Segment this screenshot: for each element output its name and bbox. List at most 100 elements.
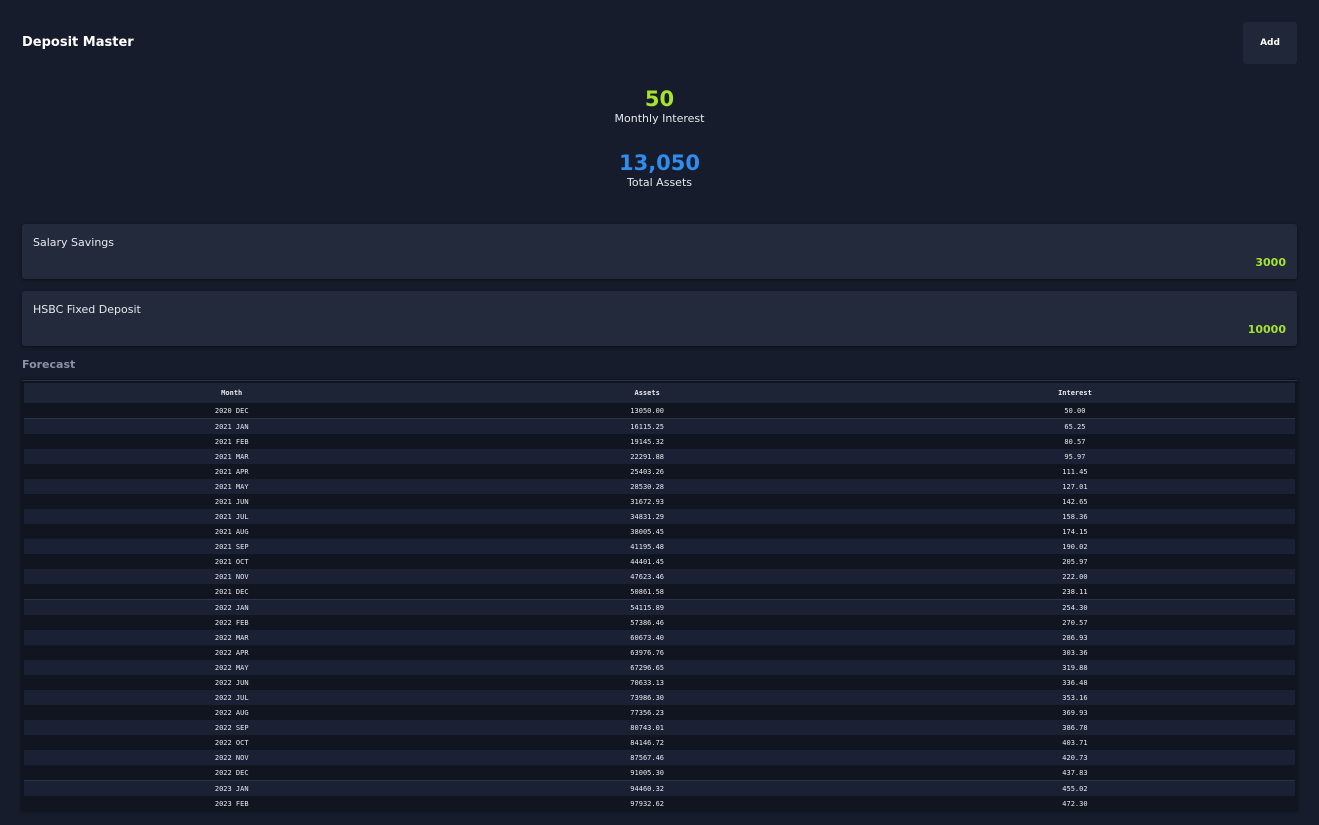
table-row: 2022 OCT 84146.72 403.71 [24,735,1295,750]
cell-interest: 238.11 [854,584,1295,600]
cell-assets: 77356.23 [439,705,855,720]
cell-assets: 19145.32 [439,434,855,449]
cell-assets: 34831.29 [439,509,855,524]
cell-interest: 190.02 [854,539,1295,554]
cell-interest: 142.65 [854,494,1295,509]
cell-interest: 222.00 [854,569,1295,584]
cell-month: 2021 SEP [24,539,440,554]
table-row: 2021 AUG 38005.45 174.15 [24,524,1295,539]
cell-assets: 54115.89 [439,599,855,615]
cell-interest: 286.93 [854,630,1295,645]
table-row: 2023 FEB 97932.62 472.30 [24,796,1295,811]
forecast-heading: Forecast [22,358,76,371]
cell-interest: 111.45 [854,464,1295,479]
cell-assets: 80743.01 [439,720,855,735]
table-row: 2022 SEP 80743.01 386.78 [24,720,1295,735]
cell-month: 2022 FEB [24,615,440,630]
cell-interest: 270.57 [854,615,1295,630]
cell-assets: 73986.30 [439,690,855,705]
header: Deposit Master Add [22,0,1297,86]
cell-interest: 353.16 [854,690,1295,705]
cell-assets: 67296.65 [439,660,855,675]
cell-assets: 41195.48 [439,539,855,554]
cell-month: 2021 MAR [24,449,440,464]
table-row: 2021 FEB 19145.32 80.57 [24,434,1295,449]
cell-interest: 472.30 [854,796,1295,811]
cell-assets: 50861.58 [439,584,855,600]
cell-interest: 403.71 [854,735,1295,750]
table-row: 2021 MAY 28530.28 127.01 [24,479,1295,494]
cell-assets: 28530.28 [439,479,855,494]
cell-interest: 65.25 [854,418,1295,434]
column-header-interest: Interest [854,383,1295,403]
cell-month: 2021 OCT [24,554,440,569]
table-row: 2023 JAN 94460.32 455.02 [24,780,1295,796]
cell-interest: 50.00 [854,403,1295,419]
cell-interest: 174.15 [854,524,1295,539]
cell-month: 2021 FEB [24,434,440,449]
table-row: 2022 DEC 91005.30 437.83 [24,765,1295,781]
table-row: 2022 MAY 67296.65 319.88 [24,660,1295,675]
cell-assets: 25403.26 [439,464,855,479]
table-row: 2021 JAN 16115.25 65.25 [24,418,1295,434]
table-row: 2020 DEC 13050.00 50.00 [24,403,1295,419]
account-name: HSBC Fixed Deposit [33,303,141,316]
cell-interest: 80.57 [854,434,1295,449]
cell-month: 2022 JUN [24,675,440,690]
column-header-assets: Assets [439,383,855,403]
cell-assets: 16115.25 [439,418,855,434]
table-row: 2021 OCT 44401.45 205.97 [24,554,1295,569]
cell-assets: 63976.76 [439,645,855,660]
cell-month: 2022 MAR [24,630,440,645]
cell-interest: 369.93 [854,705,1295,720]
table-row: 2022 JAN 54115.89 254.30 [24,599,1295,615]
cell-month: 2022 JUL [24,690,440,705]
table-row: 2022 MAR 60673.40 286.93 [24,630,1295,645]
total-assets-stat: 13,050 Total Assets [22,150,1297,214]
cell-interest: 205.97 [854,554,1295,569]
cell-month: 2020 DEC [24,403,440,419]
cell-month: 2021 JAN [24,418,440,434]
cell-assets: 97932.62 [439,796,855,811]
cell-assets: 94460.32 [439,780,855,796]
table-row: 2021 MAR 22291.88 95.97 [24,449,1295,464]
cell-month: 2022 SEP [24,720,440,735]
add-button[interactable]: Add [1243,22,1297,64]
cell-month: 2022 APR [24,645,440,660]
cell-assets: 22291.88 [439,449,855,464]
table-row: 2022 NOV 87567.46 420.73 [24,750,1295,765]
cell-assets: 44401.45 [439,554,855,569]
cell-interest: 420.73 [854,750,1295,765]
cell-interest: 95.97 [854,449,1295,464]
app-root: Deposit Master Add 50 Monthly Interest 1… [0,0,1319,825]
cell-assets: 47623.46 [439,569,855,584]
cell-assets: 91005.30 [439,765,855,781]
cell-interest: 437.83 [854,765,1295,781]
account-card-hsbc-fixed-deposit[interactable]: HSBC Fixed Deposit 10000 [22,291,1297,346]
cell-month: 2022 AUG [24,705,440,720]
cell-month: 2022 DEC [24,765,440,781]
cell-assets: 84146.72 [439,735,855,750]
account-list: Salary Savings 3000 HSBC Fixed Deposit 1… [22,224,1297,346]
monthly-interest-value: 50 [644,87,675,111]
cell-assets: 70633.13 [439,675,855,690]
cell-month: 2021 NOV [24,569,440,584]
cell-month: 2023 FEB [24,796,440,811]
cell-month: 2021 AUG [24,524,440,539]
cell-interest: 336.48 [854,675,1295,690]
table-row: 2022 FEB 57386.46 270.57 [24,615,1295,630]
cell-month: 2021 DEC [24,584,440,600]
cell-month: 2022 JAN [24,599,440,615]
cell-assets: 87567.46 [439,750,855,765]
cell-month: 2021 JUL [24,509,440,524]
cell-assets: 13050.00 [439,403,855,419]
total-assets-label: Total Assets [627,176,692,189]
app-title: Deposit Master [22,35,134,50]
table-row: 2021 APR 25403.26 111.45 [24,464,1295,479]
cell-month: 2022 NOV [24,750,440,765]
cell-interest: 319.88 [854,660,1295,675]
cell-assets: 38005.45 [439,524,855,539]
cell-month: 2021 APR [24,464,440,479]
account-card-salary-savings[interactable]: Salary Savings 3000 [22,224,1297,279]
forecast-table-body: 2020 DEC 13050.00 50.00 2021 JAN 16115.25 65.… [24,403,1295,811]
